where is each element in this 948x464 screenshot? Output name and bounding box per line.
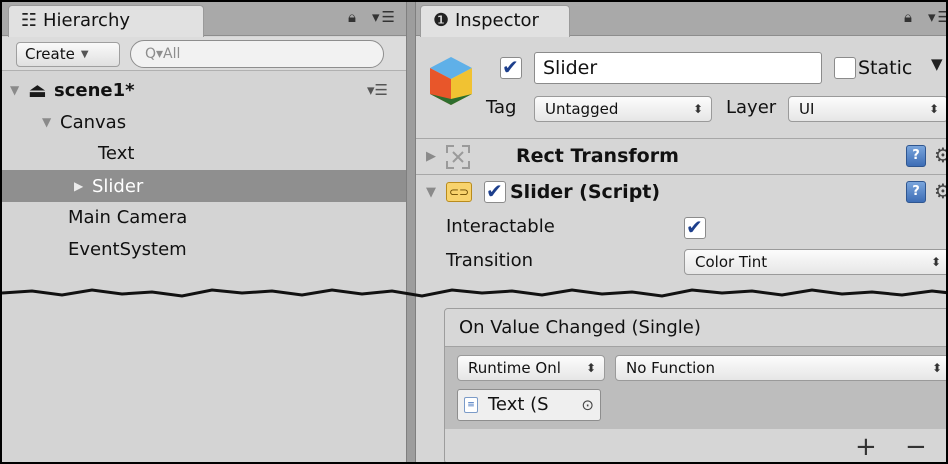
cube-icon	[430, 57, 472, 105]
transition-value: Color Tint	[695, 253, 768, 271]
expand-triangle-icon[interactable]: ▼	[42, 106, 60, 138]
gear-icon[interactable]: ⚙	[934, 143, 946, 167]
active-checkbox[interactable]	[500, 55, 522, 79]
rect-transform-component: ▶ Rect Transform ? ⚙	[416, 138, 946, 174]
tree-item-label: scene1*	[54, 80, 135, 101]
add-listener-button[interactable]: +	[855, 429, 877, 462]
inspector-tabbar: ❶Inspector 🔒︎ ▾☰	[416, 2, 946, 37]
lock-icon[interactable]: 🔒︎	[348, 8, 358, 26]
tree-item-label: EventSystem	[68, 239, 187, 260]
hierarchy-panel: ☷ Hierarchy 🔒︎ ▾☰ Create ▼ Q▾All ▼ ⏏︎ scene1…	[2, 2, 406, 462]
runtime-mode-dropdown[interactable]: Runtime Onl ⬍	[457, 355, 605, 381]
tree-item-label: Slider	[92, 176, 144, 197]
tab-inspector[interactable]: ❶ Inspector	[420, 5, 570, 37]
tree-item-label: Canvas	[60, 112, 127, 133]
object-name-value: Slider	[543, 57, 598, 79]
hierarchy-tabbar: ☷ Hierarchy 🔒︎ ▾☰	[2, 2, 406, 37]
collapse-triangle-icon[interactable]: ▶	[426, 149, 436, 164]
tab-hierarchy[interactable]: ☷ Hierarchy	[8, 5, 204, 37]
tree-item-canvas[interactable]: ▼ Canvas	[2, 106, 406, 138]
collapse-triangle-icon[interactable]: ▶	[74, 170, 92, 202]
help-book-icon[interactable]: ?	[906, 181, 926, 203]
transition-label: Transition	[446, 250, 534, 271]
tree-item-slider[interactable]: ▶ Slider	[2, 170, 406, 202]
panel-menu-icon[interactable]: ▾☰	[372, 8, 397, 26]
create-button-label: Create	[25, 45, 75, 63]
interactable-label: Interactable	[446, 216, 555, 237]
static-dropdown-arrow-icon[interactable]: ▼	[931, 55, 943, 73]
slider-enabled-checkbox[interactable]	[484, 179, 506, 203]
event-title: On Value Changed (Single)	[459, 317, 701, 338]
script-icon: ⊂⊃	[446, 182, 472, 202]
search-placeholder: Q▾All	[145, 46, 181, 62]
gear-icon[interactable]: ⚙	[934, 179, 946, 203]
target-object-value: Text (S	[488, 394, 549, 415]
tree-item-scene[interactable]: ▼ ⏏︎ scene1* ▾☰	[2, 74, 406, 106]
layer-dropdown[interactable]: UI ⬍	[788, 96, 946, 122]
tree-item-main-camera[interactable]: Main Camera	[2, 202, 406, 234]
static-checkbox[interactable]	[834, 57, 856, 79]
info-icon: ❶	[432, 10, 450, 31]
hierarchy-toolbar: Create ▼ Q▾All	[2, 37, 406, 71]
search-input[interactable]: Q▾All	[130, 40, 384, 68]
layer-value: UI	[799, 100, 815, 118]
object-name-input[interactable]: Slider	[534, 52, 822, 84]
tree-item-eventsystem[interactable]: EventSystem	[2, 234, 406, 266]
function-dropdown[interactable]: No Function ⬍	[615, 355, 946, 381]
inspector-panel: ❶Inspector 🔒︎ ▾☰ Slider Static ▼ Tag Unt…	[416, 2, 946, 462]
tab-inspector-label: Inspector	[455, 10, 539, 31]
dropdown-caret-icon: ⬍	[585, 361, 596, 375]
static-label: Static	[858, 57, 913, 79]
dropdown-caret-icon: ⬍	[930, 255, 941, 269]
gameobject-header: Slider Static ▼ Tag Untagged ⬍ Layer UI ⬍	[416, 37, 946, 137]
expand-triangle-icon[interactable]: ▼	[10, 74, 28, 106]
unity-editor-window: ☷ Hierarchy 🔒︎ ▾☰ Create ▼ Q▾All ▼ ⏏︎ scene1…	[0, 0, 948, 464]
help-book-icon[interactable]: ?	[906, 145, 926, 167]
on-value-changed-event: On Value Changed (Single) Runtime Onl ⬍ N…	[444, 308, 946, 462]
expand-triangle-icon[interactable]: ▼	[426, 185, 436, 200]
scene-menu-icon[interactable]: ▾☰	[367, 74, 388, 106]
rect-transform-title: Rect Transform	[516, 145, 679, 167]
tag-label: Tag	[486, 97, 517, 118]
target-object-field[interactable]: ≡ Text (S ⊙	[457, 389, 601, 421]
tag-value: Untagged	[545, 100, 619, 118]
text-component-icon: ≡	[464, 397, 478, 413]
remove-listener-button[interactable]: −	[905, 429, 927, 462]
unity-logo-icon: ⏏︎	[28, 78, 47, 102]
tab-hierarchy-label: Hierarchy	[43, 10, 131, 31]
slider-component: ▼ ⊂⊃ Slider (Script) ? ⚙ Interactable Tr…	[416, 174, 946, 278]
dropdown-caret-icon: ⬍	[928, 102, 939, 116]
dropdown-caret-icon: ⬍	[931, 361, 942, 375]
dropdown-caret-icon: ⬍	[692, 102, 703, 116]
interactable-checkbox[interactable]	[684, 215, 706, 239]
function-value: No Function	[626, 359, 715, 377]
dropdown-arrow-icon: ▼	[80, 49, 89, 60]
panel-menu-icon[interactable]: ▾☰	[928, 8, 946, 26]
create-button[interactable]: Create ▼	[16, 42, 120, 67]
event-header: On Value Changed (Single)	[445, 309, 946, 347]
torn-edge-divider	[2, 288, 946, 298]
event-list-footer: + −	[445, 429, 946, 462]
lock-icon[interactable]: 🔒︎	[904, 8, 914, 26]
slider-script-title: Slider (Script)	[510, 181, 661, 203]
object-picker-icon[interactable]: ⊙	[581, 390, 594, 420]
panel-divider[interactable]	[406, 2, 416, 462]
tag-dropdown[interactable]: Untagged ⬍	[534, 96, 712, 122]
tree-item-label: Main Camera	[68, 207, 188, 228]
runtime-mode-value: Runtime Onl	[468, 359, 561, 377]
transition-dropdown[interactable]: Color Tint ⬍	[684, 249, 946, 275]
tree-item-label: Text	[98, 143, 135, 164]
layer-label: Layer	[726, 97, 777, 118]
list-icon: ☷	[20, 10, 38, 31]
tree-item-text[interactable]: Text	[2, 138, 406, 170]
rect-transform-icon	[446, 145, 470, 169]
